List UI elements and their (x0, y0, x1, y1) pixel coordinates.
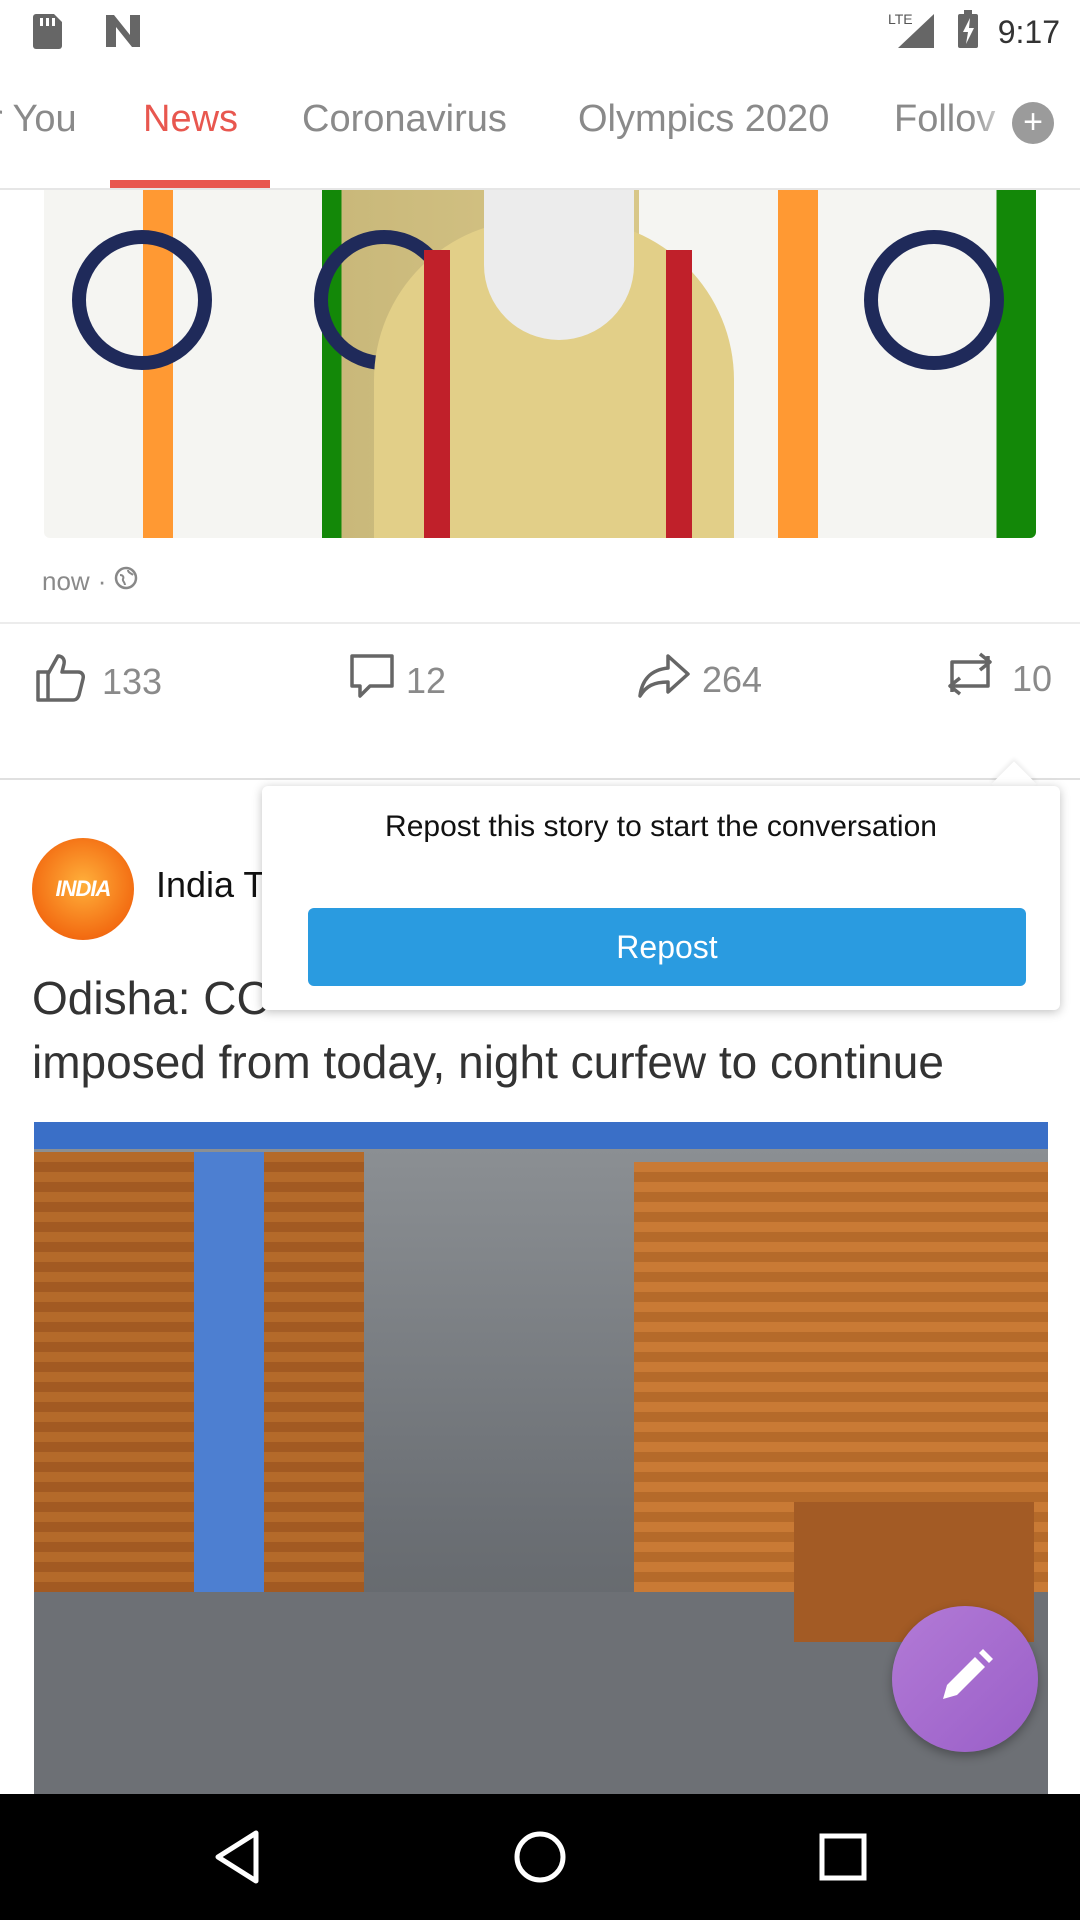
post-time: now (42, 566, 90, 596)
popover-message: Repost this story to start the conversat… (385, 810, 937, 843)
avatar-text: INDIA (55, 876, 112, 901)
source-avatar[interactable]: INDIA (32, 838, 134, 940)
recents-button[interactable] (810, 1824, 876, 1890)
share-arrow-icon (636, 652, 692, 707)
tab-coronavirus[interactable]: Coronavirus (302, 98, 507, 141)
divider (0, 778, 1080, 780)
like-count: 133 (102, 660, 163, 702)
home-button[interactable] (507, 1824, 573, 1890)
comment-count: 12 (406, 659, 447, 701)
comment-button[interactable]: 12 (348, 652, 446, 709)
divider (0, 622, 1080, 624)
tab-olympics-2020[interactable]: Olympics 2020 (578, 98, 829, 141)
like-button[interactable]: 133 (34, 652, 162, 711)
clock-time: 9:17 (997, 14, 1060, 50)
share-count: 264 (702, 658, 763, 700)
comment-icon (348, 652, 396, 709)
source-name[interactable]: India T (156, 864, 265, 906)
post-meta: now · (42, 566, 138, 597)
thumbs-up-icon (34, 652, 92, 711)
category-tabbar: r You News Coronavirus Olympics 2020 Fol… (0, 64, 1080, 190)
system-nav-bar (0, 1794, 1080, 1920)
repost-button[interactable]: Repost (308, 908, 1026, 986)
globe-icon (114, 566, 138, 597)
battery-charging-icon (956, 10, 980, 55)
share-button[interactable]: 264 (636, 652, 762, 707)
recents-square-icon (819, 1833, 867, 1881)
repost-popover: Repost this story to start the conversat… (262, 786, 1060, 1010)
compose-fab[interactable] (892, 1606, 1038, 1752)
add-tab-button[interactable]: + (1012, 102, 1054, 144)
home-circle-icon (514, 1831, 566, 1883)
active-tab-indicator (110, 180, 270, 188)
sd-card-icon (30, 12, 64, 55)
pencil-icon (935, 1647, 995, 1712)
post-actions: 133 12 264 10 (0, 646, 1080, 706)
back-button[interactable] (204, 1824, 270, 1890)
back-triangle-icon (215, 1830, 259, 1884)
tab-news[interactable]: News (143, 98, 238, 141)
status-bar: LTE 9:17 (0, 0, 1080, 64)
repost-icon (938, 652, 1002, 705)
n-logo-icon (104, 13, 144, 54)
network-label: LTE (888, 11, 913, 27)
headline-line-2: imposed from today, night curfew to cont… (32, 1036, 944, 1088)
signal-icon: LTE (888, 10, 938, 55)
repost-action-button[interactable]: 10 (938, 652, 1052, 705)
tab-for-you[interactable]: r You (0, 98, 77, 141)
meta-separator: · (97, 566, 107, 596)
repost-count: 10 (1012, 657, 1053, 699)
post-image[interactable] (44, 190, 1036, 538)
